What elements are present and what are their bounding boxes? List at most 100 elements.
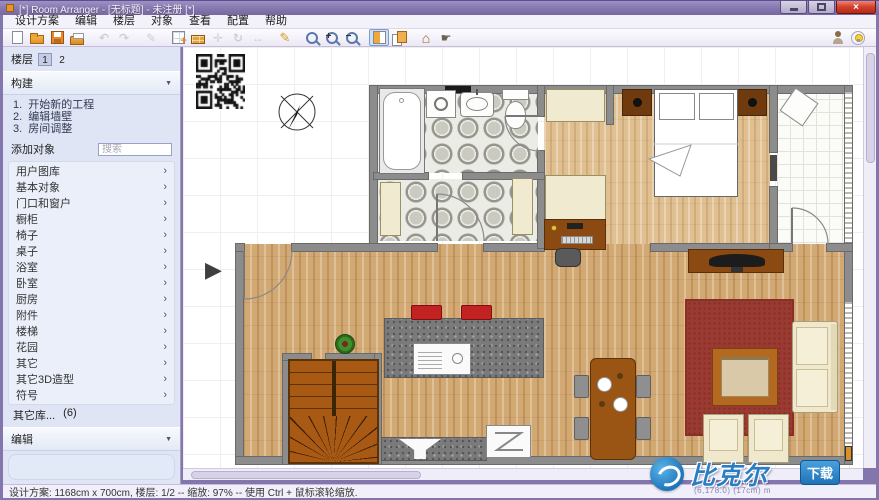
chevron-right-icon: › xyxy=(163,245,167,257)
redo-glyph: ↷ xyxy=(118,30,130,45)
save-button[interactable] xyxy=(47,29,67,46)
duplicate-view-button[interactable] xyxy=(389,29,409,46)
category-item-14[interactable]: 符号 › xyxy=(9,387,174,403)
sidebar-collapse-arrow[interactable]: ▶ xyxy=(205,259,222,281)
category-label: 用户图库 xyxy=(16,166,60,178)
menu-item-1[interactable]: 编辑 xyxy=(67,15,105,28)
chevron-right-icon: › xyxy=(163,357,167,369)
category-item-9[interactable]: 附件 › xyxy=(9,307,174,323)
vscroll-thumb[interactable] xyxy=(866,53,875,163)
draw-pencil-button[interactable]: ✎ xyxy=(275,29,295,46)
chevron-right-icon: › xyxy=(163,325,167,337)
menu-item-0[interactable]: 设计方案 xyxy=(7,15,67,28)
category-item-2[interactable]: 门口和窗户 › xyxy=(9,195,174,211)
menu-item-2[interactable]: 楼层 xyxy=(105,15,143,28)
category-item-0[interactable]: 用户图库 › xyxy=(9,163,174,179)
category-item-1[interactable]: 基本对象 › xyxy=(9,179,174,195)
category-label: 橱柜 xyxy=(16,214,38,226)
category-item-7[interactable]: 卧室 › xyxy=(9,275,174,291)
horizontal-scrollbar[interactable] xyxy=(183,468,863,480)
floor-tab-1[interactable]: 1 xyxy=(38,52,52,66)
build-step-3[interactable]: 3. 房间调整 xyxy=(13,123,170,135)
category-item-5[interactable]: 桌子 › xyxy=(9,243,174,259)
move-tool-button[interactable]: ✛ xyxy=(208,29,228,46)
floor-tab-2[interactable]: 2 xyxy=(55,53,69,66)
category-label: 椅子 xyxy=(16,230,38,242)
close-button[interactable]: × xyxy=(836,1,876,14)
open-project-button[interactable] xyxy=(27,29,47,46)
save-icon xyxy=(50,31,64,44)
plan-canvas[interactable]: ▶ xyxy=(183,47,863,468)
new-document-button[interactable] xyxy=(7,29,27,46)
other-libraries-button[interactable]: 其它库... (6) xyxy=(3,405,180,425)
wall-tool-icon xyxy=(191,34,205,44)
build-header-label: 构建 xyxy=(11,78,33,90)
chevron-right-icon: › xyxy=(163,373,167,385)
move-tool-glyph: ✛ xyxy=(212,30,224,45)
tip-lightbulb-button[interactable] xyxy=(848,29,868,46)
search-input[interactable] xyxy=(98,142,172,156)
undo-glyph: ↶ xyxy=(98,30,110,45)
zoom-in-button[interactable]: + xyxy=(322,29,342,46)
category-item-13[interactable]: 其它3D造型 › xyxy=(9,371,174,387)
zoom-in-glyph: + xyxy=(325,31,332,42)
edit-header-label: 编辑 xyxy=(11,434,33,446)
add-objects-label: 添加对象 xyxy=(11,144,55,156)
chevron-right-icon: › xyxy=(163,293,167,305)
wall-tool-button[interactable] xyxy=(188,29,208,46)
duplicate-view-icon xyxy=(392,30,407,46)
paint-style-button[interactable]: ✎ xyxy=(141,29,161,46)
category-label: 厨房 xyxy=(16,294,38,306)
print-button[interactable] xyxy=(67,29,87,46)
maximize-button[interactable] xyxy=(808,1,835,14)
build-step-1[interactable]: 1. 开始新的工程 xyxy=(13,99,170,111)
category-item-10[interactable]: 楼梯 › xyxy=(9,323,174,339)
menu-item-6[interactable]: 帮助 xyxy=(257,15,295,28)
zoom-to-fit-icon xyxy=(306,31,318,44)
minimize-button[interactable] xyxy=(780,1,807,14)
redo-button[interactable]: ↷ xyxy=(114,29,134,46)
undo-button[interactable]: ↶ xyxy=(94,29,114,46)
category-label: 楼梯 xyxy=(16,326,38,338)
edit-panel-empty xyxy=(8,454,175,480)
user-hint-button[interactable] xyxy=(828,29,848,46)
vertical-scrollbar[interactable] xyxy=(863,47,876,468)
dimension-tool-button[interactable]: ↔ xyxy=(248,29,268,46)
build-step-2[interactable]: 2. 编辑墙壁 xyxy=(13,111,170,123)
menu-item-4[interactable]: 查看 xyxy=(181,15,219,28)
category-item-11[interactable]: 花园 › xyxy=(9,339,174,355)
category-item-12[interactable]: 其它 › xyxy=(9,355,174,371)
rotate-tool-button[interactable]: ↻ xyxy=(228,29,248,46)
view-3d-glyph: ⌂ xyxy=(421,29,431,46)
paint-style-glyph: ✎ xyxy=(145,30,157,45)
category-label: 花园 xyxy=(16,342,38,354)
category-item-6[interactable]: 浴室 › xyxy=(9,259,174,275)
category-item-4[interactable]: 椅子 › xyxy=(9,227,174,243)
edit-section-header[interactable]: 编辑 ▼ xyxy=(3,427,180,451)
zoom-out-button[interactable]: − xyxy=(342,29,362,46)
category-item-8[interactable]: 厨房 › xyxy=(9,291,174,307)
category-item-3[interactable]: 橱柜 › xyxy=(9,211,174,227)
menu-item-5[interactable]: 配置 xyxy=(219,15,257,28)
walkthrough-button[interactable]: ☛ xyxy=(436,29,456,46)
chevron-right-icon: › xyxy=(163,165,167,177)
status-text: 设计方案: 1168cm x 700cm, 楼层: 1/2 -- 缩放: 97%… xyxy=(9,488,358,499)
menu-item-3[interactable]: 对象 xyxy=(143,15,181,28)
app-icon xyxy=(6,4,14,12)
toggle-sidebar-button[interactable] xyxy=(369,29,389,46)
hscroll-thumb[interactable] xyxy=(191,471,421,479)
toggle-sidebar-icon xyxy=(372,31,386,44)
sidebar-panel: 楼层 12 构建 ▼ 1. 开始新的工程 2. 编辑墙壁 3. 房间调整 添加对象 … xyxy=(3,47,181,484)
floors-row: 楼层 12 xyxy=(3,47,180,69)
insert-room-button[interactable] xyxy=(168,29,188,47)
chevron-right-icon: › xyxy=(163,213,167,225)
build-section-header[interactable]: 构建 ▼ xyxy=(3,71,180,95)
menu-bar: 设计方案 编辑 楼层 对象 查看 配置 帮助 xyxy=(3,15,876,29)
chevron-right-icon: › xyxy=(163,261,167,273)
print-icon xyxy=(70,32,84,45)
object-category-list: 用户图库 › 基本对象 › 门口和窗户 › 橱柜 › 椅子 › 桌子 › 浴室 › 卧室 › 厨房 › 附件 › 楼梯 ›… xyxy=(8,161,175,405)
other-libraries-label: 其它库... xyxy=(13,410,56,422)
category-label: 桌子 xyxy=(16,246,38,258)
view-3d-button[interactable]: ⌂ xyxy=(416,29,436,46)
zoom-to-fit-button[interactable] xyxy=(302,29,322,46)
